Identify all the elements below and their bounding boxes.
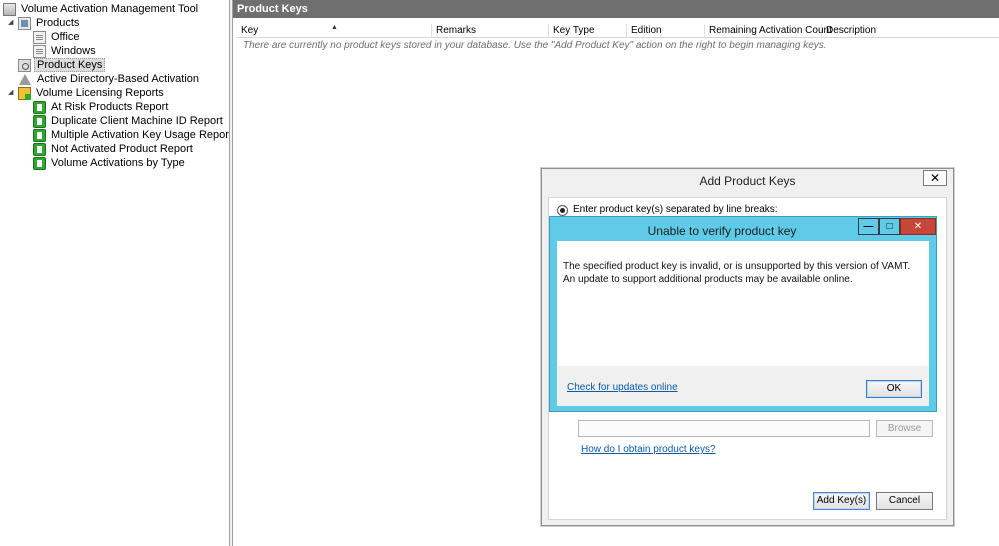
tree-item-label: Products [36, 17, 80, 29]
sort-ascending-icon: ▲ [331, 24, 338, 31]
column-header-remaining-activation-count[interactable]: Remaining Activation Count [705, 24, 832, 38]
error-message-line: The specified product key is invalid, or… [563, 261, 911, 272]
product-keys-icon [18, 58, 31, 72]
file-path-input[interactable] [578, 420, 870, 437]
vamt-tool-icon [3, 2, 16, 16]
add-keys-button[interactable]: Add Key(s) [813, 492, 870, 510]
tree-item-office[interactable]: Office [33, 30, 82, 44]
column-label: Remaining Activation Count [709, 25, 832, 36]
ok-button[interactable]: OK [866, 380, 922, 398]
products-folder-icon [18, 16, 31, 30]
report-icon [33, 114, 46, 128]
tree-item-ad-activation[interactable]: Active Directory-Based Activation [18, 72, 201, 86]
report-icon [33, 142, 46, 156]
cancel-button[interactable]: Cancel [876, 492, 933, 510]
tree-item-windows[interactable]: Windows [33, 44, 98, 58]
tree-item-label: Office [51, 31, 80, 43]
dialog-footer: Check for updates online OK [557, 366, 929, 406]
tree-item-report[interactable]: Duplicate Client Machine ID Report [33, 114, 225, 128]
dialog-titlebar[interactable]: Add Product Keys ✕ [542, 169, 953, 193]
column-label: Key [241, 25, 259, 36]
office-icon [33, 30, 46, 44]
tree-item-root[interactable]: Volume Activation Management Tool [3, 2, 200, 16]
tree-item-label: Active Directory-Based Activation [37, 73, 200, 85]
tree-item-products[interactable]: Products [18, 16, 81, 30]
pane-title: Product Keys [233, 0, 999, 18]
maximize-button[interactable]: □ [879, 218, 900, 235]
tree-item-label: Multiple Activation Key Usage Report [51, 129, 232, 141]
report-icon [33, 128, 46, 142]
tree-item-volume-licensing-reports[interactable]: Volume Licensing Reports [18, 86, 166, 100]
column-label: Description [826, 25, 877, 36]
check-for-updates-link[interactable]: Check for updates online [567, 382, 678, 393]
tree-item-report[interactable]: Not Activated Product Report [33, 142, 195, 156]
minimize-button[interactable]: — [858, 218, 879, 235]
tree-item-label: Duplicate Client Machine ID Report [51, 115, 223, 127]
tree-item-label: Volume Activations by Type [51, 157, 185, 169]
tree-item-label: Not Activated Product Report [51, 143, 193, 155]
column-header-description[interactable]: Description [822, 24, 932, 38]
report-icon [33, 156, 46, 170]
browse-button[interactable]: Browse [876, 420, 933, 437]
how-to-obtain-keys-link[interactable]: How do I obtain product keys? [581, 444, 716, 455]
enter-keys-radio[interactable] [557, 205, 568, 216]
column-header-remarks[interactable]: Remarks [432, 24, 549, 38]
tree-item-product-keys[interactable]: Product Keys [18, 58, 106, 72]
tree-item-report[interactable]: Multiple Activation Key Usage Report [33, 128, 234, 142]
column-header-key-type[interactable]: Key Type [549, 24, 627, 38]
navigation-tree: Volume Activation Management Tool ◢ Prod… [0, 0, 232, 546]
windows-icon [33, 44, 46, 58]
report-icon [33, 100, 46, 114]
dialog-title: Add Product Keys [699, 174, 796, 188]
column-label: Key Type [553, 25, 595, 36]
tree-item-report[interactable]: At Risk Products Report [33, 100, 170, 114]
active-directory-icon [19, 73, 31, 85]
column-label: Remarks [436, 25, 477, 36]
error-message-line: An update to support additional products… [563, 274, 853, 285]
expand-arrow-icon[interactable]: ◢ [8, 89, 16, 97]
dialog-message-area: The specified product key is invalid, or… [557, 241, 929, 366]
tree-item-label: Volume Activation Management Tool [21, 3, 199, 15]
enter-keys-radio-label[interactable]: Enter product key(s) separated by line b… [573, 204, 778, 215]
column-header-row: Key ▲ Remarks Key Type Edition Remaining… [237, 24, 999, 38]
tree-item-label: Volume Licensing Reports [36, 87, 164, 99]
empty-list-message: There are currently no product keys stor… [243, 40, 827, 51]
unable-to-verify-dialog: Unable to verify product key — □ ✕ The s… [549, 216, 937, 412]
tree-item-label: At Risk Products Report [51, 101, 169, 113]
close-button[interactable]: ✕ [923, 170, 947, 186]
tree-item-report[interactable]: Volume Activations by Type [33, 156, 187, 170]
dialog-title: Unable to verify product key [647, 224, 797, 238]
column-label: Edition [631, 25, 662, 36]
column-header-edition[interactable]: Edition [627, 24, 705, 38]
expand-arrow-icon[interactable]: ◢ [8, 19, 16, 27]
tree-item-label: Product Keys [34, 58, 106, 72]
close-button[interactable]: ✕ [900, 218, 936, 235]
tree-item-label: Windows [51, 45, 96, 57]
reports-folder-icon [18, 86, 31, 100]
